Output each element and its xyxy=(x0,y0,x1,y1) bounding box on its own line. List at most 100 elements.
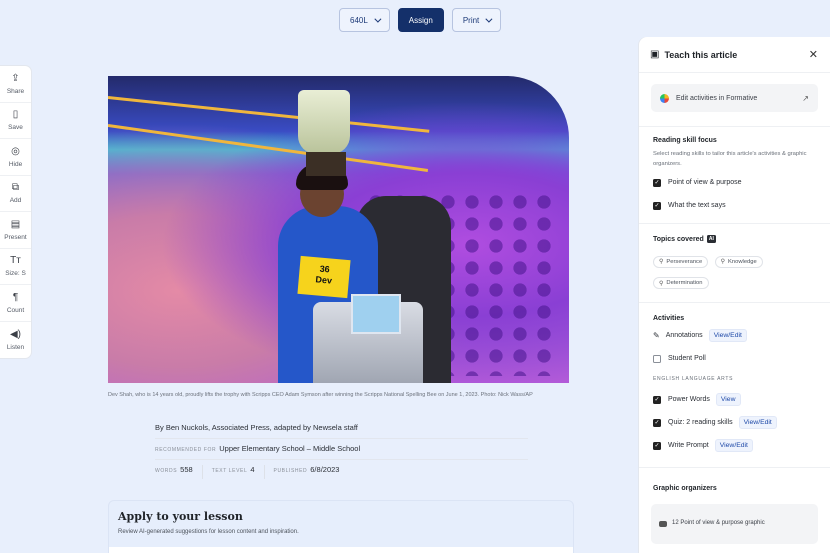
power-words-view-link[interactable]: View xyxy=(715,393,741,406)
rail-label: Save xyxy=(8,124,23,132)
article-meta: By Ben Nuckols, Associated Press, adapte… xyxy=(155,418,528,485)
left-tool-rail: ⇪ Share ▯ Save ◎ Hide ⧉ Add ▤ Present Tт… xyxy=(0,66,31,358)
topics-title-text: Topics covered xyxy=(653,236,704,243)
chevron-down-icon xyxy=(374,15,382,23)
rail-item-present[interactable]: ▤ Present xyxy=(0,212,31,249)
organizer-icon xyxy=(659,521,667,527)
checkbox-checked-icon: ✓ xyxy=(653,201,661,210)
rail-label: Size: S xyxy=(5,270,26,278)
photo-trophy xyxy=(298,90,350,154)
checkbox-checked-icon: ✓ xyxy=(653,178,661,187)
byline-text: By Ben Nuckols, Associated Press, adapte… xyxy=(155,423,358,432)
text-size-icon: Tт xyxy=(10,255,21,267)
text-level-value: 4 xyxy=(250,465,255,474)
graphic-organizers-title: Graphic organizers xyxy=(653,485,717,492)
annotations-view-edit-link[interactable]: View/Edit xyxy=(708,329,747,342)
recommended-label: Recommended for xyxy=(155,447,217,453)
byline-row: By Ben Nuckols, Associated Press, adapte… xyxy=(155,418,528,439)
checkbox-checked-icon: ✓ xyxy=(653,441,661,450)
activity-label: Power Words xyxy=(668,396,710,403)
assign-button[interactable]: Assign xyxy=(397,8,444,32)
divider xyxy=(263,465,265,479)
top-toolbar: 640L Assign Print xyxy=(339,8,502,32)
published-label: Published xyxy=(273,468,308,474)
activity-power-words[interactable]: ✓ Power Words View xyxy=(653,388,816,411)
rail-label: Add xyxy=(9,197,22,205)
chip-label: Perseverance xyxy=(666,258,703,265)
stats-row: Words 558 Text level 4 Published 6/8/202… xyxy=(155,460,528,485)
activities-title: Activities xyxy=(653,315,685,322)
external-link-icon: ↗ xyxy=(802,93,809,103)
ai-badge: AI xyxy=(706,235,716,243)
published-value: 6/8/2023 xyxy=(310,465,340,474)
rail-label: Listen xyxy=(6,343,25,351)
rail-item-count[interactable]: ¶ Count xyxy=(0,285,31,322)
skill-checkbox-what-text-says[interactable]: ✓ What the text says xyxy=(653,194,816,217)
checkbox-label: What the text says xyxy=(668,202,726,209)
graphic-organizer-item[interactable]: 12 Point of view & purpose graphic xyxy=(651,504,818,544)
search-icon: ⚲ xyxy=(720,259,726,265)
text-level-label: Text level xyxy=(211,468,248,474)
teach-article-panel: ▣ Teach this article ✕ Edit activities i… xyxy=(639,37,830,553)
topic-chips: ⚲ Perseverance ⚲ Knowledge ⚲ Determination xyxy=(653,250,816,293)
panel-title: Teach this article xyxy=(664,49,738,60)
rail-label: Share xyxy=(6,87,25,95)
paragraph-icon: ¶ xyxy=(12,291,19,303)
add-copy-icon: ⧉ xyxy=(11,182,20,194)
recommended-row: Recommended for Upper Elementary School … xyxy=(155,439,528,460)
rail-item-hide[interactable]: ◎ Hide xyxy=(0,139,31,176)
skill-checkbox-point-of-view[interactable]: ✓ Point of view & purpose xyxy=(653,171,816,194)
checkbox-checked-icon: ✓ xyxy=(653,395,661,404)
activity-label: Student Poll xyxy=(668,355,706,362)
bookmark-icon: ▯ xyxy=(12,109,19,121)
present-icon: ▤ xyxy=(10,218,21,230)
quiz-view-edit-link[interactable]: View/Edit xyxy=(738,416,777,429)
close-icon[interactable]: ✕ xyxy=(809,48,818,61)
activity-label: Annotations xyxy=(665,332,703,339)
divider xyxy=(201,465,203,479)
graphic-organizer-label: 12 Point of view & purpose graphic xyxy=(672,520,765,526)
checkbox-label: Point of view & purpose xyxy=(668,179,742,186)
search-icon: ⚲ xyxy=(659,259,664,265)
rail-item-share[interactable]: ⇪ Share xyxy=(0,66,31,103)
teach-article-icon: ▣ xyxy=(650,49,660,60)
apply-to-lesson-card: Apply to your lesson Review AI-generated… xyxy=(108,500,574,553)
formative-label: Edit activities in Formative xyxy=(676,94,758,102)
photo-trophy-base xyxy=(306,152,346,176)
words-value: 558 xyxy=(180,465,193,474)
checkbox-checked-icon: ✓ xyxy=(653,418,661,427)
reading-skill-description: Select reading skills to tailor this art… xyxy=(653,151,807,167)
activity-student-poll[interactable]: Student Poll xyxy=(653,347,816,370)
activities-section: Activities ✎ Annotations View/Edit Stude… xyxy=(639,303,830,457)
topic-chip[interactable]: ⚲ Perseverance xyxy=(653,255,709,268)
chip-label: Determination xyxy=(666,280,703,286)
photo-podium-box xyxy=(351,294,401,334)
activity-write-prompt[interactable]: ✓ Write Prompt View/Edit xyxy=(653,434,816,457)
lesson-card-body xyxy=(109,547,573,553)
photo-contestant-bib: 36 Dev xyxy=(297,255,351,299)
recommended-value: Upper Elementary School – Middle School xyxy=(219,444,361,453)
ela-heading: ENGLISH LANGUAGE ARTS xyxy=(653,376,734,382)
edit-in-formative-button[interactable]: Edit activities in Formative ↗ xyxy=(651,84,818,112)
write-prompt-view-edit-link[interactable]: View/Edit xyxy=(714,439,753,452)
reading-skill-title: Reading skill focus xyxy=(653,137,717,144)
rail-item-size[interactable]: Tт Size: S xyxy=(0,249,31,285)
image-caption: Dev Shah, who is 14 years old, proudly l… xyxy=(108,392,533,398)
speaker-icon: ◀) xyxy=(9,328,22,340)
rail-label: Hide xyxy=(8,160,23,168)
reading-level-dropdown[interactable]: 640L xyxy=(339,8,390,32)
stage-light-beam xyxy=(108,96,430,133)
topics-section: Topics covered AI ⚲ Perseverance ⚲ Knowledg… xyxy=(639,224,830,293)
rail-item-save[interactable]: ▯ Save xyxy=(0,103,31,139)
highlighter-icon: ✎ xyxy=(653,331,660,340)
rail-item-add[interactable]: ⧉ Add xyxy=(0,176,31,212)
formative-logo-icon xyxy=(660,93,669,103)
share-icon: ⇪ xyxy=(11,72,20,84)
graphic-organizers-section: Graphic organizers xyxy=(639,468,830,492)
print-dropdown[interactable]: Print xyxy=(451,8,502,32)
activity-label: Write Prompt xyxy=(668,442,709,449)
topic-chip[interactable]: ⚲ Knowledge xyxy=(714,255,763,268)
topic-chip[interactable]: ⚲ Determination xyxy=(653,277,709,289)
activity-quiz[interactable]: ✓ Quiz: 2 reading skills View/Edit xyxy=(653,411,816,434)
rail-item-listen[interactable]: ◀) Listen xyxy=(0,322,31,359)
